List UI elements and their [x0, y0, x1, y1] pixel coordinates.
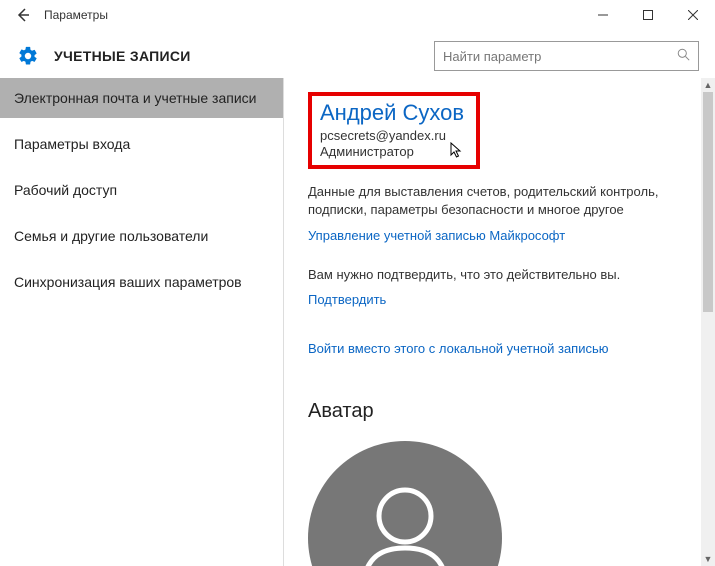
cursor-icon [450, 142, 464, 160]
close-icon [688, 10, 698, 20]
gear-icon [16, 44, 40, 68]
manage-account-link[interactable]: Управление учетной записью Майкрософт [308, 228, 565, 243]
back-button[interactable] [8, 0, 38, 30]
window-title: Параметры [44, 8, 108, 22]
content-area: Андрей Сухов pcsecrets@yandex.ru Админис… [284, 78, 715, 566]
person-icon [350, 478, 460, 566]
account-description: Данные для выставления счетов, родительс… [308, 183, 691, 218]
page-title: УЧЕТНЫЕ ЗАПИСИ [54, 48, 191, 64]
maximize-button[interactable] [625, 0, 670, 30]
account-role: Администратор [320, 144, 464, 159]
account-email: pcsecrets@yandex.ru [320, 128, 464, 143]
arrow-left-icon [15, 7, 31, 23]
scroll-up-icon[interactable]: ▲ [701, 78, 715, 92]
account-name: Андрей Сухов [320, 100, 464, 126]
search-input[interactable] [443, 49, 673, 64]
sidebar-item-sync-settings[interactable]: Синхронизация ваших параметров [0, 262, 283, 302]
sidebar-item-signin-options[interactable]: Параметры входа [0, 124, 283, 164]
search-icon [677, 48, 690, 64]
titlebar: Параметры [0, 0, 715, 30]
close-button[interactable] [670, 0, 715, 30]
scroll-down-icon[interactable]: ▼ [701, 552, 715, 566]
local-account-link[interactable]: Войти вместо этого с локальной учетной з… [308, 341, 609, 356]
maximize-icon [643, 10, 653, 20]
minimize-button[interactable] [580, 0, 625, 30]
verify-text: Вам нужно подтвердить, что это действите… [308, 267, 691, 282]
header: УЧЕТНЫЕ ЗАПИСИ [0, 34, 715, 78]
scrollbar[interactable]: ▲ ▼ [701, 78, 715, 566]
sidebar: Электронная почта и учетные записи Парам… [0, 78, 284, 566]
avatar [308, 441, 502, 566]
sidebar-item-email-accounts[interactable]: Электронная почта и учетные записи [0, 78, 283, 118]
verify-link[interactable]: Подтвердить [308, 292, 386, 307]
scroll-thumb[interactable] [703, 92, 713, 312]
search-box[interactable] [434, 41, 699, 71]
sidebar-item-work-access[interactable]: Рабочий доступ [0, 170, 283, 210]
avatar-section-title: Аватар [308, 400, 691, 423]
account-highlight: Андрей Сухов pcsecrets@yandex.ru Админис… [308, 92, 480, 169]
minimize-icon [598, 10, 608, 20]
sidebar-item-family-users[interactable]: Семья и другие пользователи [0, 216, 283, 256]
window-controls [580, 0, 715, 30]
